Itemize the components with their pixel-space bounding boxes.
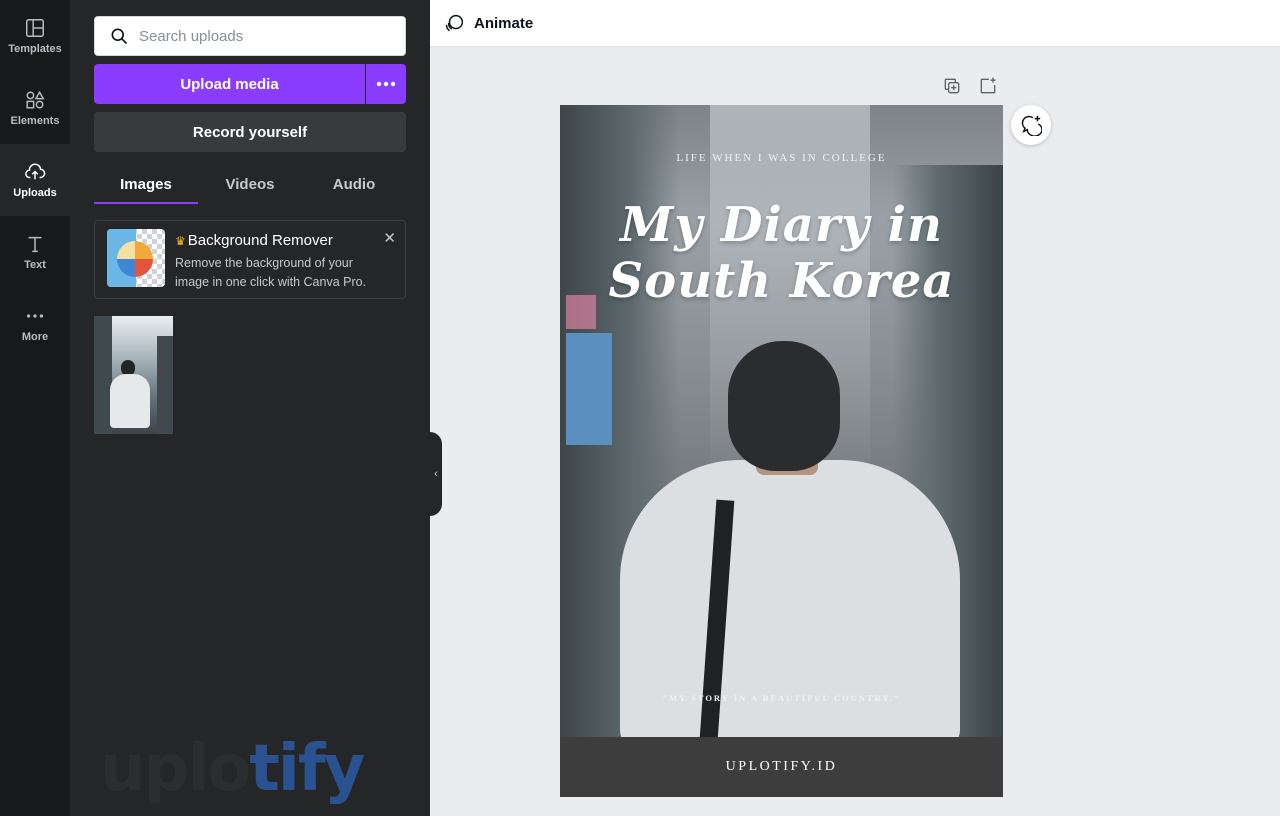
poster-quote-text[interactable]: "MY STORY IN A BEAUTIFUL COUNTRY." (560, 693, 1003, 703)
upload-cloud-icon (25, 163, 46, 180)
sidebar-item-more[interactable]: More (0, 288, 70, 360)
watermark-part1: uplo (100, 732, 251, 806)
animate-button[interactable]: Animate (444, 12, 533, 34)
sidebar-item-label: More (21, 331, 49, 343)
comment-add-icon (1021, 115, 1042, 136)
thumb-building-right (157, 336, 173, 434)
record-yourself-button[interactable]: Record yourself (94, 112, 406, 152)
poster-brand-text[interactable]: UPLOTIFY.ID (560, 759, 1003, 775)
add-page-icon[interactable] (978, 76, 998, 96)
tab-videos[interactable]: Videos (198, 164, 302, 204)
upload-options-button[interactable] (366, 64, 406, 104)
photo-person-head (728, 341, 840, 471)
sidebar-rail: Templates Elements Uploads Text More (0, 0, 70, 816)
tab-images[interactable]: Images (94, 164, 198, 204)
close-icon[interactable]: ✕ (383, 229, 396, 247)
promo-title-text: Background Remover (187, 232, 333, 249)
sidebar-item-label: Uploads (13, 187, 57, 199)
search-icon (111, 28, 128, 45)
poster-title-line1: My Diary in (620, 197, 943, 253)
page-actions (942, 76, 998, 96)
thumb-person-body (110, 374, 150, 428)
tab-audio[interactable]: Audio (302, 164, 406, 204)
beach-ball-thumbnail (107, 229, 165, 287)
templates-icon (26, 19, 44, 37)
background-remover-promo[interactable]: ♛ Background Remover Remove the backgrou… (94, 220, 406, 299)
sidebar-item-uploads[interactable]: Uploads (0, 144, 70, 216)
add-comment-button[interactable] (1011, 105, 1051, 145)
text-icon (28, 236, 42, 253)
crown-icon: ♛ (175, 233, 186, 248)
photo-person-body (620, 460, 960, 750)
media-tabs: Images Videos Audio (94, 164, 406, 204)
sidebar-item-elements[interactable]: Elements (0, 72, 70, 144)
sidebar-item-text[interactable]: Text (0, 216, 70, 288)
sidebar-item-label: Text (24, 259, 46, 271)
uploaded-image-thumbnail[interactable] (94, 316, 173, 434)
poster-title-line2: South Korea (608, 253, 955, 309)
collapse-panel-handle[interactable]: ‹ (430, 432, 442, 516)
sidebar-item-label: Templates (8, 43, 62, 55)
elements-icon (26, 90, 45, 109)
animate-icon (445, 14, 464, 32)
more-dots-icon (376, 81, 396, 87)
search-box[interactable] (94, 16, 406, 56)
watermark-part2: tify (249, 732, 365, 806)
editor-toolbar: Animate (430, 0, 1280, 47)
promo-description: Remove the background of your image in o… (175, 256, 367, 289)
search-input[interactable] (139, 27, 389, 45)
chevron-left-icon: ‹ (434, 468, 438, 480)
poster-kicker-text[interactable]: LIFE WHEN I WAS IN COLLEGE (560, 152, 1003, 164)
duplicate-page-icon[interactable] (942, 76, 962, 96)
sidebar-item-label: Elements (10, 115, 60, 127)
watermark-logo: uplotify (100, 732, 365, 806)
photo-sign-blue (566, 333, 612, 445)
upload-media-button[interactable]: Upload media (94, 64, 365, 104)
promo-title: ♛ Background Remover (175, 232, 333, 249)
sidebar-item-templates[interactable]: Templates (0, 0, 70, 72)
beach-ball (117, 241, 153, 277)
uploads-panel: Upload media Record yourself Images Vide… (70, 0, 430, 816)
design-page[interactable]: LIFE WHEN I WAS IN COLLEGE My Diary in S… (560, 105, 1003, 797)
animate-label: Animate (474, 14, 534, 32)
poster-title[interactable]: My Diary in South Korea (560, 197, 1003, 309)
more-icon (26, 314, 44, 318)
